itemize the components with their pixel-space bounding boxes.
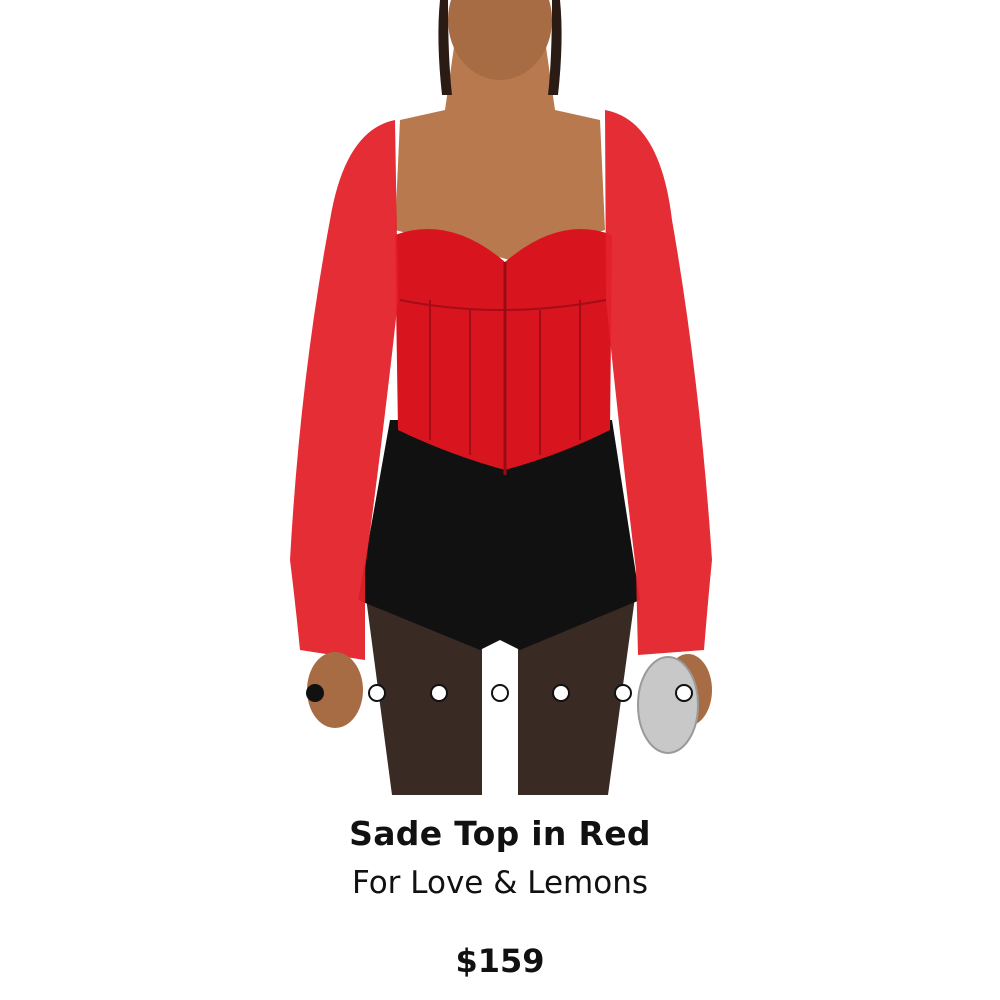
carousel-dot-2[interactable] [368,684,386,702]
product-image[interactable] [0,0,1000,795]
product-price: $159 [455,942,545,980]
model-photo [290,0,712,795]
carousel-dot-3[interactable] [430,684,448,702]
carousel-dot-1[interactable] [306,684,324,702]
carousel-dot-6[interactable] [614,684,632,702]
carousel-pagination [306,684,698,708]
carousel-dot-4[interactable] [491,684,509,702]
product-brand[interactable]: For Love & Lemons [0,865,1000,901]
carousel-dot-7[interactable] [675,684,693,702]
carousel-dot-5[interactable] [552,684,570,702]
product-title[interactable]: Sade Top in Red [0,814,1000,853]
